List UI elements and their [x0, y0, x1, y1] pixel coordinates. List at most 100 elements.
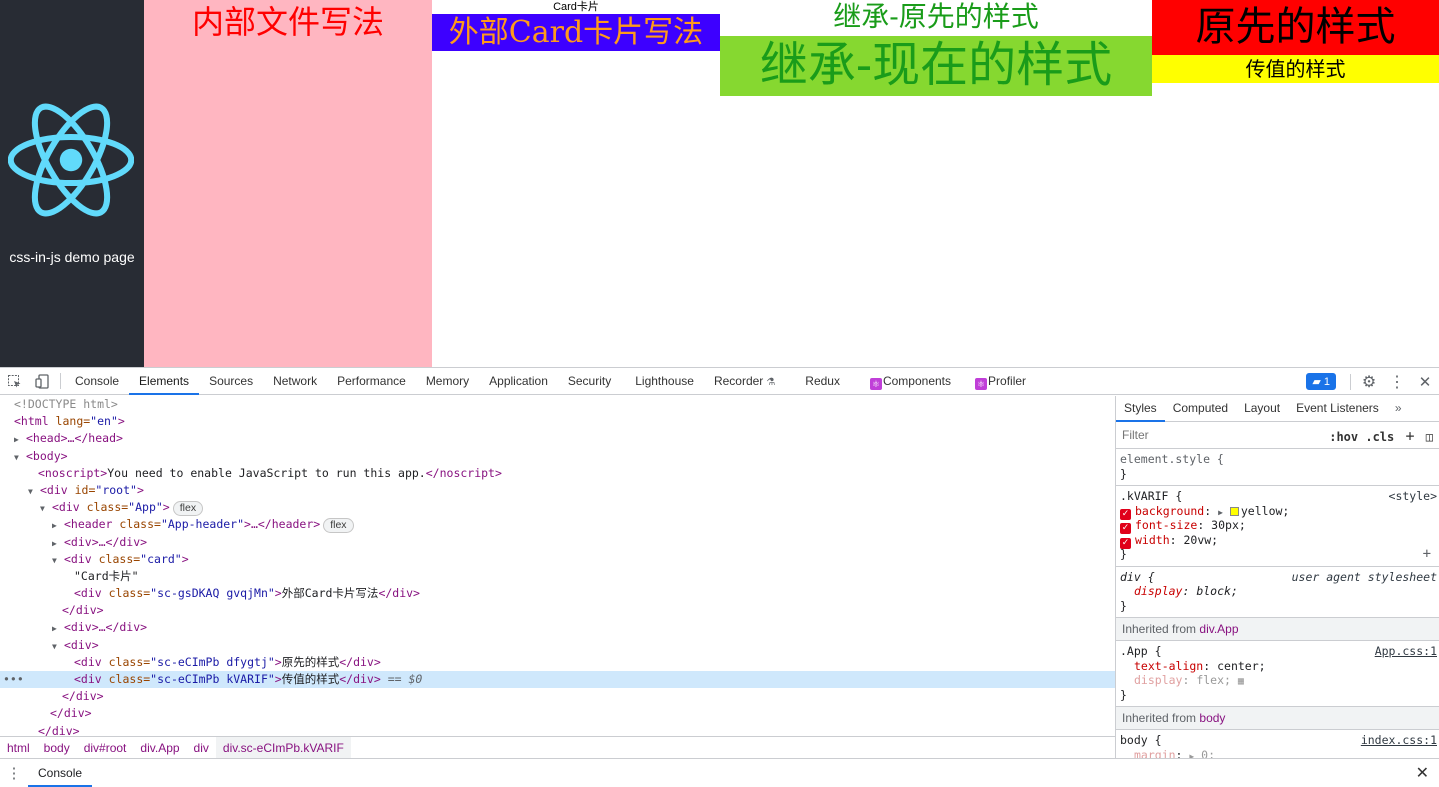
tab-security[interactable]: Security	[558, 368, 621, 395]
expand-triangle-icon[interactable]: ▶	[14, 431, 26, 448]
breadcrumb-item-active[interactable]: div.sc-eCImPb.kVARIF	[215, 736, 351, 759]
breadcrumb-item[interactable]: div#root	[77, 737, 134, 759]
rule-selector[interactable]: element.style {	[1120, 452, 1435, 467]
attr-name: lang=	[48, 414, 91, 429]
collapse-triangle-icon[interactable]: ▼	[28, 483, 40, 500]
dom-line[interactable]: ▼ <div class="card">	[0, 551, 1115, 568]
breadcrumb-item[interactable]: body	[37, 737, 77, 759]
issues-badge[interactable]: ▰ 1	[1306, 373, 1336, 390]
tab-profiler[interactable]: ⚛ Profiler	[961, 368, 1036, 395]
inspect-element-icon[interactable]	[0, 368, 28, 394]
css-declaration[interactable]: text-align: center;	[1120, 659, 1435, 674]
tab-memory[interactable]: Memory	[416, 368, 479, 395]
filter-input[interactable]	[1122, 428, 1292, 442]
dom-line[interactable]: <!DOCTYPE html>	[0, 396, 1115, 413]
tab-sources[interactable]: Sources	[199, 368, 263, 395]
tab-recorder[interactable]: Recorder ⚗	[704, 368, 785, 395]
rule-div-ua: div { user agent stylesheet display: blo…	[1116, 567, 1439, 618]
device-toolbar-icon[interactable]	[28, 368, 56, 394]
tag-div-close: </div>	[38, 723, 80, 736]
css-value: yellow;	[1240, 503, 1290, 518]
tab-components[interactable]: ⚛ Components	[850, 368, 961, 395]
rule-source[interactable]: <style>	[1389, 489, 1437, 503]
css-declaration[interactable]: ✓ background: ▶ yellow;	[1120, 503, 1435, 520]
close-devtools-icon[interactable]: ✕	[1411, 369, 1439, 395]
toggle-sidebar-icon[interactable]: ◫	[1426, 430, 1433, 444]
more-options-icon[interactable]: ⋮	[1383, 369, 1411, 395]
dom-line[interactable]: ▼ <div class="App"> flex	[0, 499, 1115, 517]
dom-line[interactable]: </div>	[0, 688, 1115, 705]
tab-styles[interactable]: Styles	[1116, 396, 1165, 422]
breadcrumb-item[interactable]: div	[187, 737, 216, 759]
hov-cls-buttons[interactable]: :hov .cls + ◫	[1329, 427, 1433, 445]
dom-line[interactable]: ▶ <header class="App-header">…</header> fl…	[0, 516, 1115, 534]
inherited-selector[interactable]: div.App	[1199, 622, 1238, 636]
tab-elements[interactable]: Elements	[129, 368, 200, 395]
add-property-icon[interactable]: +	[1423, 547, 1431, 562]
drawer-tab-console[interactable]: Console	[28, 759, 93, 787]
dom-line[interactable]: ▶ <div>…</div>	[0, 619, 1115, 636]
flex-badge[interactable]: flex	[172, 501, 204, 517]
tab-profiler-label: Profiler	[988, 373, 1027, 388]
dom-line[interactable]: ▼ <div>	[0, 637, 1115, 654]
tab-performance[interactable]: Performance	[327, 368, 416, 395]
flexbox-editor-icon[interactable]: ▦	[1238, 676, 1244, 687]
tab-computed[interactable]: Computed	[1165, 396, 1236, 422]
dom-line[interactable]: <noscript>You need to enable JavaScript …	[0, 465, 1115, 482]
rule-source-link[interactable]: index.css:1	[1361, 733, 1437, 747]
dom-line[interactable]: ▶ <head>…</head>	[0, 430, 1115, 447]
collapse-triangle-icon[interactable]: ▼	[40, 500, 52, 517]
close-drawer-icon[interactable]: ✕	[1416, 763, 1429, 783]
toolbar-divider	[1350, 373, 1351, 390]
dom-line-selected[interactable]: ••• <div class="sc-eCImPb kVARIF">传值的样式</…	[0, 671, 1115, 689]
dom-line[interactable]: ▼ <body>	[0, 448, 1115, 465]
more-tabs-icon[interactable]: »	[1387, 396, 1410, 422]
tab-lighthouse[interactable]: Lighthouse	[621, 368, 704, 395]
css-declaration[interactable]: ✓ width: 20vw;	[1120, 533, 1435, 549]
tab-layout[interactable]: Layout	[1236, 396, 1288, 422]
equals-sign: ==	[380, 672, 409, 686]
dom-line[interactable]: <html lang="en">	[0, 413, 1115, 430]
breadcrumb-item[interactable]: div.App	[133, 737, 186, 759]
color-swatch[interactable]	[1229, 506, 1239, 516]
expand-triangle-icon[interactable]: ▶	[52, 620, 64, 637]
flex-badge[interactable]: flex	[323, 518, 354, 534]
expand-triangle-icon[interactable]: ▶	[52, 535, 64, 552]
attr-value: "card"	[140, 551, 182, 566]
dom-line[interactable]: <div class="sc-eCImPb dfygtj">原先的样式</div…	[0, 654, 1115, 671]
tag-header-close: >…</header>	[244, 517, 321, 532]
inner-style-block: 内部文件写法	[144, 0, 432, 367]
dom-line[interactable]: </div>	[0, 705, 1115, 722]
expand-triangle-icon[interactable]: ▶	[1218, 508, 1223, 517]
dom-line[interactable]: "Card卡片"	[0, 568, 1115, 585]
dom-line[interactable]: ▶ <div>…</div>	[0, 534, 1115, 551]
rule-source-link[interactable]: App.css:1	[1375, 644, 1437, 658]
breadcrumb-item[interactable]: html	[0, 737, 37, 759]
css-declaration[interactable]: display: block;	[1120, 584, 1435, 599]
drawer-menu-icon[interactable]: ⋮	[0, 760, 28, 786]
more-ellipsis-icon[interactable]: •••	[3, 671, 24, 688]
new-rule-icon[interactable]: +	[1406, 427, 1415, 445]
text-node: 传值的样式	[281, 672, 340, 686]
attr-value: "App"	[128, 500, 163, 515]
collapse-triangle-icon[interactable]: ▼	[52, 638, 64, 655]
collapse-triangle-icon[interactable]: ▼	[14, 449, 26, 466]
tab-event-listeners[interactable]: Event Listeners	[1288, 396, 1387, 422]
dom-line[interactable]: ▼ <div id="root">	[0, 482, 1115, 499]
css-declaration[interactable]: margin: ▶ 0;	[1120, 748, 1435, 759]
dom-line[interactable]: </div>	[0, 602, 1115, 619]
expand-triangle-icon[interactable]: ▶	[52, 517, 64, 534]
settings-gear-icon[interactable]: ⚙	[1355, 369, 1383, 395]
text-node: You need to enable JavaScript to run thi…	[107, 465, 426, 480]
tab-console[interactable]: Console	[65, 368, 129, 395]
css-declaration[interactable]: ✓ font-size: 30px;	[1120, 518, 1435, 534]
inherited-selector[interactable]: body	[1199, 711, 1225, 725]
tab-redux[interactable]: Redux	[785, 368, 850, 395]
css-declaration-inactive[interactable]: display: flex; ▦	[1120, 673, 1435, 688]
dom-line[interactable]: </div>	[0, 723, 1115, 736]
collapse-triangle-icon[interactable]: ▼	[52, 552, 64, 569]
tab-network[interactable]: Network	[263, 368, 327, 395]
dom-line[interactable]: <div class="sc-gsDKAQ gvqjMn">外部Card卡片写法…	[0, 585, 1115, 602]
tab-application[interactable]: Application	[479, 368, 558, 395]
styles-tabs: Styles Computed Layout Event Listeners »	[1116, 396, 1439, 422]
